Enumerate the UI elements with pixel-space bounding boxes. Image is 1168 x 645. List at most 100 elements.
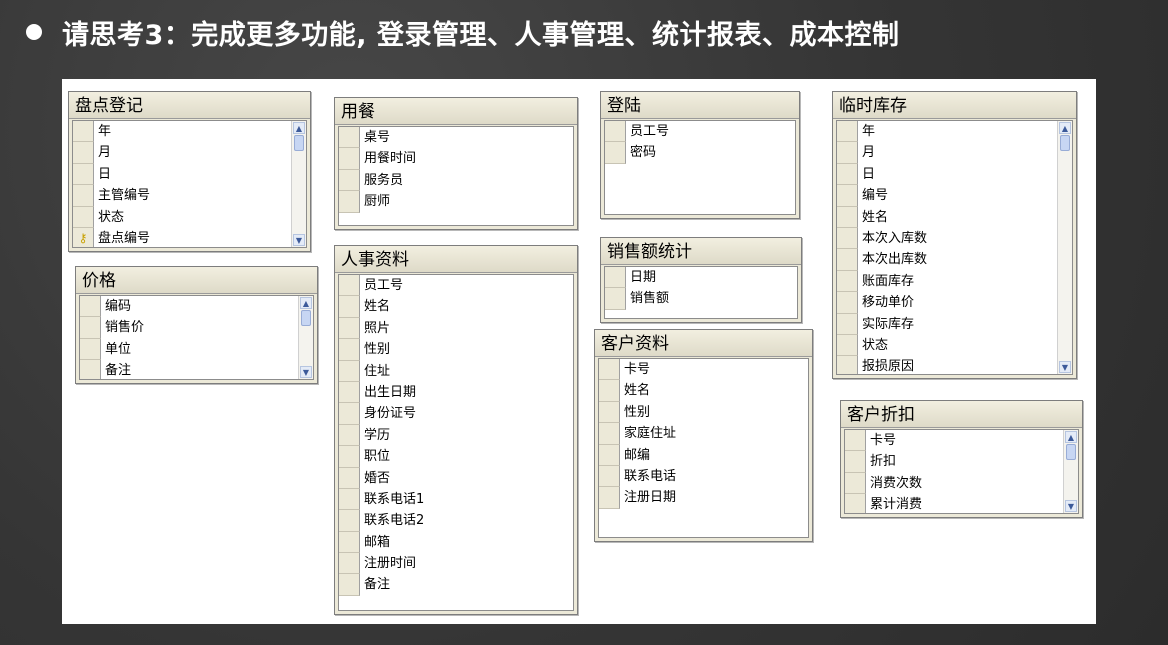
row-selector[interactable] <box>339 510 360 532</box>
row-selector[interactable] <box>339 424 360 447</box>
row-selector[interactable] <box>339 169 360 192</box>
row-selector[interactable] <box>80 338 101 361</box>
row-selector[interactable]: ⚷ <box>73 227 94 247</box>
row-selector[interactable] <box>339 403 360 425</box>
field-row[interactable]: 注册日期 <box>599 487 808 509</box>
row-selector[interactable] <box>339 467 360 489</box>
row-selector[interactable] <box>339 553 360 575</box>
field-row[interactable]: 住址 <box>339 360 573 382</box>
row-selector[interactable] <box>599 401 620 424</box>
row-selector[interactable] <box>837 334 858 357</box>
table-inventory-check[interactable]: 盘点登记年月日主管编号 状态 ⚷ 盘点编号 ▲ ▼ <box>68 91 311 252</box>
field-row[interactable]: 注册时间 <box>339 553 573 575</box>
row-selector[interactable] <box>73 206 94 228</box>
field-list[interactable]: 员工号 密码 <box>604 120 796 215</box>
row-selector[interactable] <box>339 127 360 149</box>
field-list[interactable]: 卡号 折扣 消费次数 累计消费 ▲ ▼ <box>844 429 1079 514</box>
row-selector[interactable] <box>605 288 626 310</box>
row-selector[interactable] <box>339 488 360 511</box>
row-selector[interactable] <box>845 494 866 513</box>
row-selector[interactable] <box>339 574 360 596</box>
row-selector[interactable] <box>837 313 858 335</box>
row-selector[interactable] <box>837 142 858 164</box>
table-customer-discount[interactable]: 客户折扣 卡号 折扣 消费次数 累计消费 ▲ ▼ <box>840 400 1083 518</box>
field-row[interactable]: 主管编号 <box>73 185 306 207</box>
vertical-scrollbar[interactable]: ▲ ▼ <box>298 296 313 379</box>
row-selector[interactable] <box>845 472 866 495</box>
row-selector[interactable] <box>599 380 620 402</box>
field-row[interactable]: 编号 <box>837 185 1072 207</box>
field-row[interactable]: 联系电话1 <box>339 488 573 511</box>
row-selector[interactable] <box>605 121 626 143</box>
field-row[interactable]: 卡号 <box>845 430 1078 452</box>
row-selector[interactable] <box>339 148 360 170</box>
field-row[interactable]: 移动单价 <box>837 292 1072 314</box>
row-selector[interactable] <box>339 360 360 382</box>
row-selector[interactable] <box>837 292 858 314</box>
field-row[interactable]: 实际库存 <box>837 313 1072 335</box>
field-row[interactable]: 密码 <box>605 142 795 164</box>
row-selector[interactable] <box>845 451 866 473</box>
field-row[interactable]: 消费次数 <box>845 472 1078 495</box>
row-selector[interactable] <box>599 444 620 466</box>
field-row[interactable]: 折扣 <box>845 451 1078 473</box>
field-list[interactable]: 桌号 用餐时间 服务员 厨师 <box>338 126 574 226</box>
row-selector[interactable] <box>339 317 360 340</box>
scroll-up-icon[interactable]: ▲ <box>1065 431 1077 443</box>
row-selector[interactable] <box>73 163 94 186</box>
field-row[interactable]: 职位 <box>339 446 573 468</box>
field-row[interactable]: 姓名 <box>339 296 573 318</box>
field-row[interactable]: 备注 <box>339 574 573 596</box>
row-selector[interactable] <box>73 121 94 143</box>
field-row[interactable]: 用餐时间 <box>339 148 573 170</box>
field-list[interactable]: 年月日主管编号 状态 ⚷ 盘点编号 ▲ ▼ <box>72 120 307 248</box>
row-selector[interactable] <box>837 227 858 250</box>
field-row[interactable]: 状态 <box>837 334 1072 357</box>
table-dining[interactable]: 用餐 桌号 用餐时间 服务员 厨师 <box>334 97 578 230</box>
field-row[interactable]: 账面库存 <box>837 270 1072 293</box>
row-selector[interactable] <box>339 381 360 404</box>
field-row[interactable]: 状态 <box>73 206 306 228</box>
row-selector[interactable] <box>80 360 101 379</box>
row-selector[interactable] <box>837 249 858 271</box>
field-row[interactable]: 员工号 <box>339 275 573 297</box>
field-row[interactable]: 累计消费 <box>845 494 1078 513</box>
field-row[interactable]: 身份证号 <box>339 403 573 425</box>
field-row[interactable]: 联系电话 <box>599 465 808 488</box>
scroll-thumb[interactable] <box>1066 444 1076 460</box>
row-selector[interactable] <box>599 487 620 509</box>
row-selector[interactable] <box>599 423 620 445</box>
field-row[interactable]: 日 <box>837 163 1072 186</box>
field-row[interactable]: 销售价 <box>80 317 313 339</box>
field-row[interactable]: 本次出库数 <box>837 249 1072 271</box>
field-row[interactable]: ⚷ 盘点编号 <box>73 227 306 247</box>
field-row[interactable]: 单位 <box>80 338 313 361</box>
table-customer[interactable]: 客户资料 卡号 姓名 性别 家庭住址 邮编 联系电话 注册日期 <box>594 329 813 542</box>
field-list[interactable]: 日期 销售额 <box>604 266 798 319</box>
row-selector[interactable] <box>599 465 620 488</box>
scroll-up-icon[interactable]: ▲ <box>300 297 312 309</box>
row-selector[interactable] <box>837 185 858 207</box>
field-row[interactable]: 桌号 <box>339 127 573 149</box>
scroll-down-icon[interactable]: ▼ <box>293 234 305 246</box>
table-login[interactable]: 登陆 员工号 密码 <box>600 91 800 219</box>
field-row[interactable]: 姓名 <box>599 380 808 402</box>
scroll-down-icon[interactable]: ▼ <box>300 366 312 378</box>
row-selector[interactable] <box>73 185 94 207</box>
field-row[interactable]: 月 <box>73 142 306 164</box>
field-row[interactable]: 家庭住址 <box>599 423 808 445</box>
field-row[interactable]: 年 <box>73 121 306 143</box>
scroll-thumb[interactable] <box>301 310 311 326</box>
field-row[interactable]: 性别 <box>339 339 573 361</box>
field-list[interactable]: 卡号 姓名 性别 家庭住址 邮编 联系电话 注册日期 <box>598 358 809 538</box>
row-selector[interactable] <box>837 206 858 228</box>
row-selector[interactable] <box>339 531 360 554</box>
field-row[interactable]: 备注 <box>80 360 313 379</box>
field-row[interactable]: 服务员 <box>339 169 573 192</box>
field-row[interactable]: 本次入库数 <box>837 227 1072 250</box>
field-row[interactable]: 联系电话2 <box>339 510 573 532</box>
vertical-scrollbar[interactable]: ▲ ▼ <box>1057 121 1072 374</box>
row-selector[interactable] <box>339 296 360 318</box>
row-selector[interactable] <box>605 142 626 164</box>
scroll-thumb[interactable] <box>294 135 304 151</box>
